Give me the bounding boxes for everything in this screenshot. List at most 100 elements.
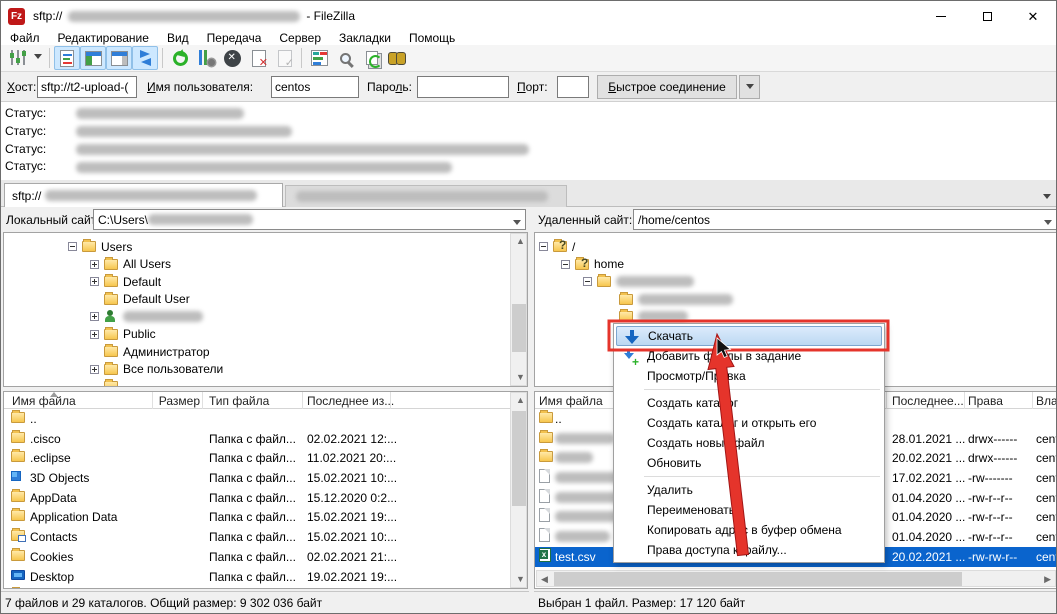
log-toggle-button[interactable] [54, 46, 80, 70]
column-header-modified[interactable]: Последнее... [892, 394, 964, 408]
close-button[interactable]: ✕ [1010, 1, 1056, 31]
context-menu-item-добавить-файлы-в-задание[interactable]: +Добавить файлы в задание [614, 346, 884, 366]
column-divider[interactable] [1032, 392, 1033, 409]
site-manager-button[interactable] [5, 46, 31, 70]
expand-icon[interactable] [90, 277, 99, 286]
collapse-icon[interactable] [68, 242, 77, 251]
tree-item--[interactable]: / [535, 238, 1056, 256]
tree-item-public[interactable]: Public [4, 326, 527, 344]
remote-path-combobox[interactable]: /home/centos [633, 209, 1057, 230]
menu-item-вид[interactable]: Вид [158, 31, 198, 45]
column-divider[interactable] [964, 392, 965, 409]
menu-item-передача[interactable]: Передача [198, 31, 271, 45]
column-header-name[interactable]: Имя файла [539, 394, 603, 408]
file-row-3d-objects[interactable]: 3D ObjectsПапка с файл...15.02.2021 10:.… [4, 468, 527, 488]
local-list-scrollbar[interactable]: ▲ ▼ [510, 392, 527, 588]
remote-tree-toggle-button[interactable] [106, 46, 132, 70]
tree-item[interactable] [535, 291, 1056, 309]
scrollbar-thumb[interactable] [554, 572, 962, 586]
file-row-documents[interactable]: DocumentsПапка с файл...17.02.2021 19... [4, 586, 527, 589]
tab-inactive[interactable] [285, 185, 567, 207]
username-input[interactable] [271, 76, 359, 98]
tree-item--[interactable]: Все пользователи [4, 361, 527, 379]
local-tree-scrollbar[interactable]: ▲ ▼ [510, 233, 527, 386]
column-divider[interactable] [886, 392, 887, 409]
context-menu-item-обновить[interactable]: Обновить [614, 453, 884, 473]
site-manager-dropdown-button[interactable] [31, 46, 45, 70]
password-input[interactable] [417, 76, 509, 98]
refresh-button[interactable] [167, 46, 193, 70]
quickconnect-button[interactable]: Быстрое соединение [597, 75, 737, 99]
column-divider[interactable] [152, 392, 153, 409]
tree-item-default[interactable]: Default [4, 273, 527, 291]
sync-browse-button[interactable] [358, 46, 384, 70]
file-row-.eclipse[interactable]: .eclipseПапка с файл...11.02.2021 20:... [4, 448, 527, 468]
column-header-modified[interactable]: Последнее из... [307, 394, 394, 408]
collapse-icon[interactable] [583, 277, 592, 286]
column-header-size[interactable]: Размер [154, 394, 200, 408]
scroll-down-icon[interactable]: ▼ [516, 575, 525, 584]
tab-active[interactable]: sftp:// [4, 183, 283, 207]
port-input[interactable] [557, 76, 589, 98]
expand-icon[interactable] [90, 365, 99, 374]
filter-button[interactable] [306, 46, 332, 70]
column-header-perms[interactable]: Права [968, 394, 1003, 408]
file-row-cookies[interactable]: CookiesПапка с файл...02.02.2021 21:... [4, 547, 527, 567]
tree-item[interactable] [4, 308, 527, 326]
disconnect-button[interactable] [245, 46, 271, 70]
menu-item-закладки[interactable]: Закладки [330, 31, 400, 45]
column-divider[interactable] [302, 392, 303, 409]
tree-item-users[interactable]: Users [4, 238, 527, 256]
file-row-application-data[interactable]: Application DataПапка с файл...15.02.202… [4, 507, 527, 527]
context-menu-item-создать-новый-файл[interactable]: Создать новый файл [614, 433, 884, 453]
column-divider[interactable] [390, 392, 391, 409]
file-row-..[interactable]: .. [4, 409, 527, 429]
quickconnect-dropdown-button[interactable] [739, 75, 760, 99]
tab-list-dropdown-icon[interactable] [1043, 194, 1051, 203]
host-input[interactable] [37, 76, 137, 98]
scroll-up-icon[interactable]: ▲ [516, 396, 525, 405]
tree-item-home[interactable]: home [535, 256, 1056, 274]
menu-item-сервер[interactable]: Сервер [270, 31, 330, 45]
context-menu-item-создать-каталог-и-открыть-его[interactable]: Создать каталог и открыть его [614, 413, 884, 433]
column-header-name[interactable]: Имя файла [12, 394, 76, 408]
expand-icon[interactable] [90, 260, 99, 269]
tree-item[interactable] [4, 378, 527, 387]
context-menu-item-права-доступа-к-файлу-[interactable]: Права доступа к файлу... [614, 540, 884, 560]
process-queue-button[interactable] [193, 46, 219, 70]
scroll-up-icon[interactable]: ▲ [516, 237, 525, 246]
local-tree-toggle-button[interactable] [80, 46, 106, 70]
local-path-combobox[interactable]: C:\Users\ [93, 209, 526, 230]
file-row-.cisco[interactable]: .ciscoПапка с файл...02.02.2021 12:... [4, 429, 527, 449]
scrollbar-thumb[interactable] [512, 411, 526, 506]
context-menu-item-удалить[interactable]: Удалить [614, 480, 884, 500]
collapse-icon[interactable] [539, 242, 548, 251]
file-row-contacts[interactable]: ContactsПапка с файл...15.02.2021 10:... [4, 527, 527, 547]
maximize-button[interactable] [964, 1, 1010, 31]
column-header-type[interactable]: Тип файла [209, 394, 269, 408]
column-divider[interactable] [202, 392, 203, 409]
expand-icon[interactable] [90, 312, 99, 321]
scroll-right-icon[interactable]: ▶ [1044, 575, 1051, 584]
menu-item-файл[interactable]: Файл [1, 31, 49, 45]
find-files-button[interactable] [384, 46, 410, 70]
file-row-appdata[interactable]: AppDataПапка с файл...15.12.2020 0:2... [4, 488, 527, 508]
expand-icon[interactable] [90, 330, 99, 339]
context-menu-item-копировать-адрес-в-буфер-обмена[interactable]: Копировать адрес в буфер обмена [614, 520, 884, 540]
scrollbar-thumb[interactable] [512, 304, 526, 352]
cancel-button[interactable] [219, 46, 245, 70]
reconnect-button[interactable] [271, 46, 297, 70]
context-menu-item-просмотр-правка[interactable]: Просмотр/Правка [614, 366, 884, 386]
scroll-down-icon[interactable]: ▼ [516, 373, 525, 382]
tree-item-default-user[interactable]: Default User [4, 291, 527, 309]
minimize-button[interactable] [918, 1, 964, 31]
menu-item-редактирование[interactable]: Редактирование [49, 31, 158, 45]
scroll-left-icon[interactable]: ◀ [541, 575, 548, 584]
context-menu-item-создать-каталог[interactable]: Создать каталог [614, 393, 884, 413]
queue-toggle-button[interactable] [132, 46, 158, 70]
tree-item-all-users[interactable]: All Users [4, 256, 527, 274]
collapse-icon[interactable] [561, 260, 570, 269]
context-menu-item-скачать[interactable]: Скачать [616, 326, 882, 346]
tree-item--[interactable]: Администратор [4, 343, 527, 361]
file-row-desktop[interactable]: DesktopПапка с файл...19.02.2021 19:... [4, 567, 527, 587]
